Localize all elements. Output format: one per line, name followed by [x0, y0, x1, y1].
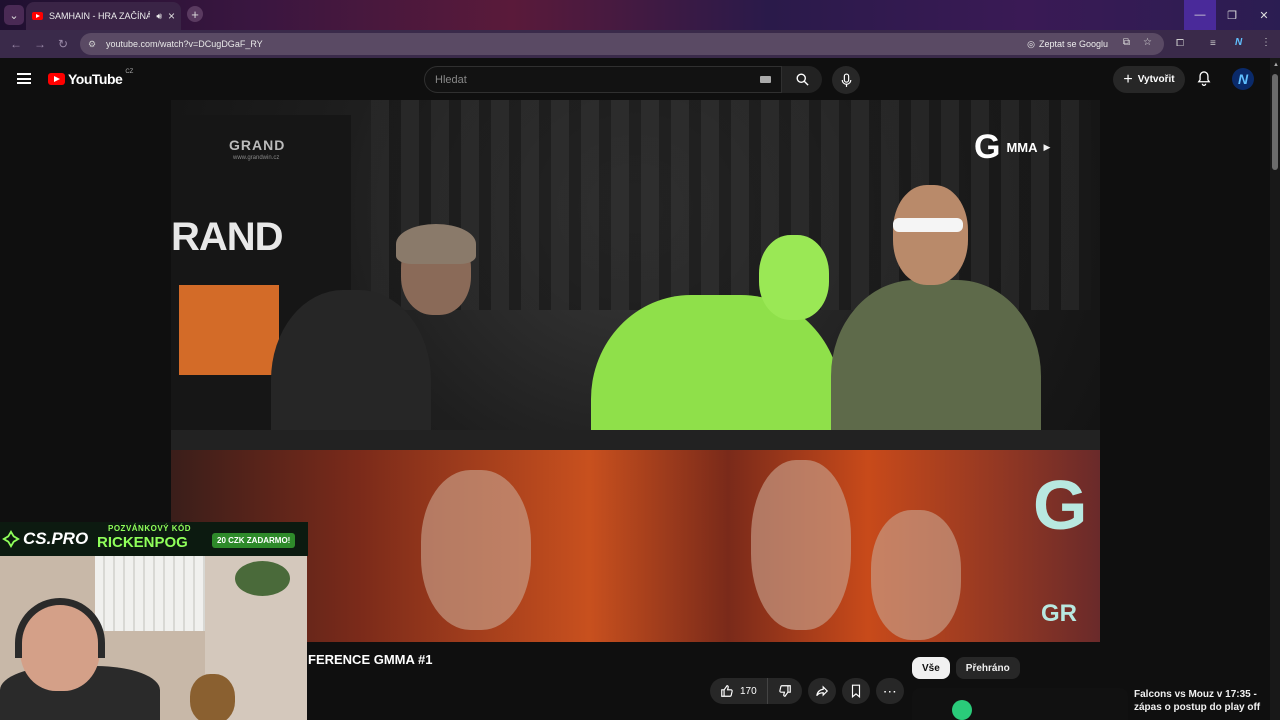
create-button[interactable]: + Vytvořit	[1113, 66, 1185, 93]
banner-orange-panel	[179, 285, 279, 375]
video-actions: 170 ⋯	[710, 678, 904, 704]
bookmark-icon	[851, 684, 860, 698]
country-code: CZ	[125, 69, 134, 75]
browser-menu-icon[interactable]: ⋮	[1261, 37, 1271, 48]
gmma-logo-icon: G	[974, 128, 1001, 166]
more-actions-button[interactable]: ⋯	[875, 678, 904, 704]
play-arrow-icon: ▶	[1043, 142, 1051, 152]
youtube-logo-text: YouTube	[68, 71, 123, 87]
promo-code-label: POZVÁNKOVÝ KÓD	[108, 524, 192, 533]
video-player[interactable]: GRAND www.grandwin.cz RAND G MMA ▶ G GR	[171, 100, 1100, 642]
profile-avatar-icon[interactable]: N	[1235, 37, 1242, 48]
keyboard-icon[interactable]	[760, 76, 771, 83]
search-box	[424, 66, 782, 93]
webcam-plant	[235, 561, 290, 596]
promo-brand: CS.PRO	[2, 529, 88, 549]
promo-badge: 20 CZK ZADARMO!	[212, 533, 296, 548]
person-left-hair	[396, 224, 476, 264]
streamer-webcam	[0, 556, 307, 720]
audio-playing-icon[interactable]: 🔊︎	[156, 11, 162, 22]
cspro-logo-icon	[2, 530, 20, 548]
like-button[interactable]: 170	[710, 678, 768, 704]
tab-close-icon[interactable]: ×	[168, 9, 175, 23]
headset-icon	[15, 598, 105, 658]
screen-face	[751, 460, 851, 630]
forward-arrow-icon[interactable]: →	[32, 36, 48, 52]
window-controls: — ❐ ✕	[1184, 0, 1280, 30]
video-title: FERENCE GMMA #1	[308, 652, 433, 667]
promo-brand-text: CS.PRO	[23, 529, 89, 548]
menu-hamburger-icon[interactable]	[17, 73, 31, 84]
search-icon	[796, 73, 809, 86]
bell-icon	[1197, 71, 1211, 86]
create-label: Vytvořit	[1137, 74, 1175, 85]
scroll-up-arrow-icon[interactable]: ▲	[1273, 62, 1279, 68]
notifications-button[interactable]	[1196, 70, 1212, 92]
led-screen	[171, 450, 1100, 642]
dislike-button[interactable]	[768, 678, 802, 704]
youtube-play-icon	[48, 73, 65, 85]
save-button[interactable]	[841, 678, 870, 704]
banner-big-text: RAND	[171, 215, 284, 259]
screen-face	[421, 470, 531, 630]
browser-tab-active[interactable]: SAMHAIN - HRA ZAČÍNÁ | 🔊︎ ×	[26, 2, 181, 30]
share-button[interactable]	[807, 678, 836, 704]
thumbs-up-icon	[721, 685, 733, 697]
ask-google-label: Zeptat se Googlu	[1038, 39, 1108, 49]
share-arrow-icon	[815, 685, 828, 697]
ask-google-button[interactable]: ◎ Zeptat se Googlu	[1027, 37, 1108, 51]
youtube-favicon-icon	[32, 12, 43, 20]
webcam-window-blinds	[95, 556, 205, 631]
recommendation-thumbnail[interactable]	[912, 688, 1128, 720]
like-dislike-group: 170	[710, 678, 802, 704]
screen-face	[871, 510, 961, 640]
site-info-icon[interactable]: ⚙	[88, 39, 102, 50]
address-url: youtube.com/watch?v=DCugDGaF_RY	[106, 39, 263, 49]
window-restore-button[interactable]: ❐	[1216, 0, 1248, 30]
stream-promo-banner: CS.PRO POZVÁNKOVÝ KÓD RICKENPOG 20 CZK Z…	[0, 522, 308, 556]
media-control-icon[interactable]: ≡	[1210, 38, 1216, 49]
more-dots-icon: ⋯	[882, 682, 897, 699]
sunglasses	[893, 218, 963, 232]
window-minimize-button[interactable]: —	[1184, 0, 1216, 30]
extensions-puzzle-icon[interactable]: ⧠	[1176, 38, 1184, 49]
search-input[interactable]	[435, 73, 735, 86]
channel-watermark-text: MMA	[1006, 140, 1038, 155]
youtube-logo[interactable]: YouTube CZ	[48, 69, 134, 87]
screen-g-letter: G	[1033, 466, 1088, 544]
banner-logo-text: GRAND	[229, 137, 286, 153]
microphone-icon	[841, 72, 851, 87]
person-center-head	[759, 235, 829, 320]
scrollbar-thumb[interactable]	[1272, 74, 1278, 170]
banner-url-text: www.grandwin.cz	[233, 155, 280, 161]
browser-toolbar: ← → ↻ ⚙ youtube.com/watch?v=DCugDGaF_RY …	[0, 30, 1280, 58]
screen-grand-text: GR	[1041, 600, 1077, 627]
chip-watched[interactable]: Přehráno	[955, 657, 1020, 679]
chip-all[interactable]: Vše	[912, 657, 950, 679]
account-avatar[interactable]: N	[1232, 68, 1254, 90]
voice-search-button[interactable]	[832, 66, 860, 94]
install-app-icon[interactable]: ⧉	[1123, 37, 1130, 48]
reload-icon[interactable]: ↻	[55, 36, 71, 52]
address-bar[interactable]: ⚙ youtube.com/watch?v=DCugDGaF_RY ◎ Zept…	[80, 33, 1164, 55]
recommendation-title[interactable]: Falcons vs Mouz v 17:35 - zápas o postup…	[1134, 688, 1264, 714]
channel-watermark: G MMA ▶	[974, 128, 1050, 167]
tab-title: SAMHAIN - HRA ZAČÍNÁ |	[49, 11, 151, 21]
like-count: 170	[740, 685, 757, 697]
window-close-button[interactable]: ✕	[1248, 0, 1280, 30]
search-button[interactable]	[782, 66, 822, 93]
recommendation-chips: Vše Přehráno	[912, 657, 1020, 679]
promo-code: RICKENPOG	[97, 534, 188, 551]
person-right-head	[893, 185, 968, 285]
thumbs-down-icon	[778, 685, 791, 697]
google-lens-icon: ◎	[1027, 38, 1035, 49]
back-arrow-icon[interactable]: ←	[8, 36, 24, 52]
youtube-header: YouTube CZ + Vytvořit N	[0, 58, 1270, 100]
tab-search-icon[interactable]: ⌄	[4, 5, 24, 25]
webcam-plush-toy	[190, 674, 235, 720]
bookmark-star-icon[interactable]: ☆	[1143, 37, 1152, 48]
new-tab-button[interactable]: +	[187, 6, 203, 22]
plus-icon: +	[1123, 70, 1133, 88]
browser-tab-bar: ⌄ SAMHAIN - HRA ZAČÍNÁ | 🔊︎ × + — ❐ ✕	[0, 0, 1280, 30]
